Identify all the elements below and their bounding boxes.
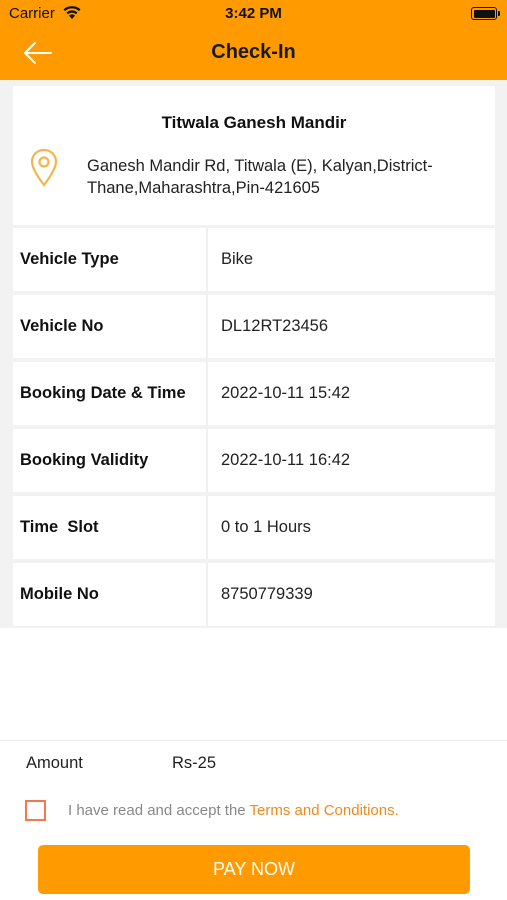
address-line-2: Thane,Maharashtra,Pin-421605	[87, 179, 320, 197]
detail-value: 0 to 1 Hours	[221, 518, 311, 536]
amount-label: Amount	[26, 754, 83, 772]
detail-row-time-slot: Time Slot 0 to 1 Hours	[13, 496, 495, 559]
header-bar: Carrier 3:42 PM Check-In	[0, 0, 507, 80]
battery-icon	[471, 7, 500, 20]
detail-row-vehicle-no: Vehicle No DL12RT23456	[13, 295, 495, 358]
location-pin-icon	[30, 148, 58, 187]
place-address: Ganesh Mandir Rd, Titwala (E), Kalyan,Di…	[87, 155, 487, 199]
address-line-1: Ganesh Mandir Rd, Titwala (E), Kalyan,Di…	[87, 157, 433, 175]
terms-checkbox[interactable]	[25, 800, 46, 821]
pay-now-button[interactable]: PAY NOW	[38, 845, 470, 894]
detail-value: 2022-10-11 15:42	[221, 384, 351, 402]
navigation-bar: Check-In	[0, 28, 507, 80]
detail-row-booking-date: Booking Date & Time 2022-10-11 15:42	[13, 362, 495, 425]
detail-value: Bike	[221, 250, 254, 268]
page-title: Check-In	[211, 41, 296, 63]
amount-value: Rs-25	[172, 754, 217, 772]
detail-value: DL12RT23456	[221, 317, 329, 335]
booking-details: Titwala Ganesh Mandir Ganesh Mandir Rd, …	[0, 80, 507, 628]
detail-value: 8750779339	[221, 585, 313, 603]
detail-label: Booking Date & Time	[13, 362, 208, 425]
status-bar: Carrier 3:42 PM	[0, 0, 507, 28]
terms-text: I have read and accept the Terms and Con…	[68, 802, 399, 819]
detail-label: Mobile No	[13, 563, 208, 626]
clock-label: 3:42 PM	[225, 5, 282, 22]
divider	[0, 740, 507, 741]
place-card: Titwala Ganesh Mandir Ganesh Mandir Rd, …	[13, 86, 495, 225]
detail-row-vehicle-type: Vehicle Type Bike	[13, 228, 495, 291]
terms-prefix: I have read and accept the	[68, 802, 250, 819]
place-name: Titwala Ganesh Mandir	[161, 113, 347, 132]
detail-row-mobile-no: Mobile No 8750779339	[13, 563, 495, 626]
detail-label: Time Slot	[13, 496, 208, 559]
detail-label: Vehicle No	[13, 295, 208, 358]
detail-label: Booking Validity	[13, 429, 208, 492]
detail-row-booking-validity: Booking Validity 2022-10-11 16:42	[13, 429, 495, 492]
detail-label: Vehicle Type	[13, 228, 208, 291]
terms-link[interactable]: Terms and Conditions.	[250, 802, 399, 819]
detail-value: 2022-10-11 16:42	[221, 451, 351, 469]
